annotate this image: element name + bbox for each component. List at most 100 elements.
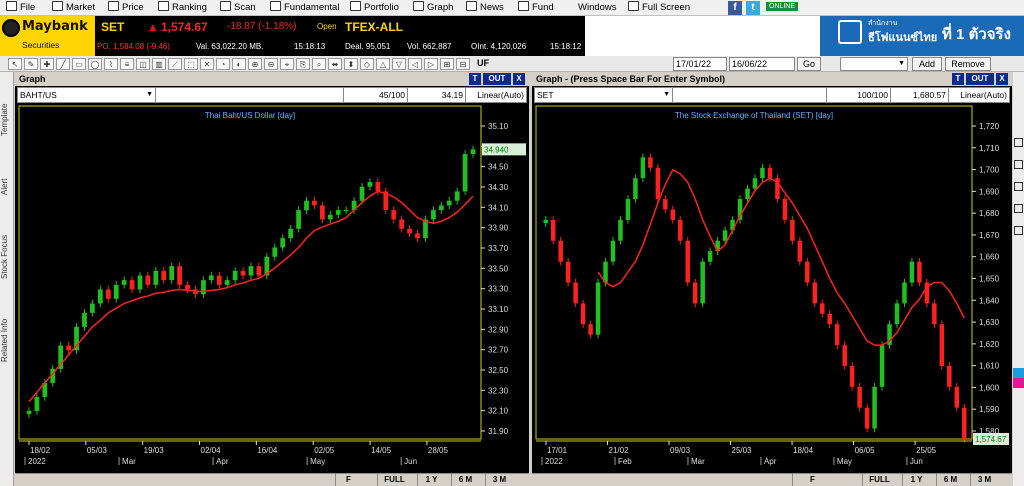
fib-tool-icon[interactable]: ◫ (136, 58, 150, 70)
eye-icon[interactable] (1014, 138, 1023, 147)
range-6m-button[interactable]: 6 M (451, 474, 479, 486)
menu-news[interactable]: News (466, 0, 504, 16)
market-ticker: SET ▲ 1,574.67 -18.87 (-1.18%) Open TFEX… (95, 16, 585, 56)
cursor-icon[interactable] (1014, 160, 1023, 169)
ungrid-tool-icon[interactable]: ⊟ (456, 58, 470, 70)
menu-price[interactable]: Price (108, 0, 144, 16)
arc-tool-icon[interactable]: ◐ (232, 58, 246, 70)
panel-t-button[interactable]: T (469, 73, 481, 85)
range-full-button[interactable]: FULL (377, 474, 411, 486)
rectangle-tool-icon[interactable]: ▭ (72, 58, 86, 70)
range-fit-button[interactable]: F (335, 474, 361, 486)
y-tick-label: 33.50 (488, 264, 509, 273)
left-tool-icon[interactable]: ◁ (408, 58, 422, 70)
right-tool-icon[interactable]: ▷ (424, 58, 438, 70)
scale-mode[interactable]: Linear(Auto) (948, 88, 1009, 102)
hscroll-tool-icon[interactable]: ⬌ (328, 58, 342, 70)
range-1y-button[interactable]: 1 Y (902, 474, 930, 486)
remove-button[interactable]: Remove (945, 57, 991, 71)
candle-body (208, 275, 214, 281)
crosshair-tool-icon[interactable]: ✚ (40, 58, 54, 70)
zoom-in-tool-icon[interactable]: ⊕ (248, 58, 262, 70)
panel-close-button[interactable]: X (513, 73, 525, 85)
color-swatch-pink[interactable] (1013, 378, 1024, 388)
scale-mode[interactable]: Linear(Auto) (465, 88, 526, 102)
x-month-label: 2022 (545, 457, 563, 466)
tab-related-info[interactable]: Related Info (0, 304, 14, 376)
symbol-input[interactable]: SET ▼ (535, 88, 673, 102)
uf-label[interactable]: UF (477, 58, 489, 68)
range-6m-button[interactable]: 6 M (936, 474, 964, 486)
range-fit-button[interactable]: F (792, 474, 832, 486)
candle-body (248, 266, 254, 276)
box-tool-icon[interactable]: ⬚ (184, 58, 198, 70)
target-tool-icon[interactable]: ⌖ (280, 58, 294, 70)
zoom-ratio: 100/100 (826, 88, 890, 102)
menu-full-screen[interactable]: Full Screen (628, 0, 690, 16)
panel-out-button[interactable]: OUT (483, 73, 511, 85)
menu-fund[interactable]: Fund (518, 0, 554, 16)
add-button[interactable]: Add (912, 57, 942, 71)
delete-tool-icon[interactable]: ✕ (200, 58, 214, 70)
grid-tool-icon[interactable]: ⊞ (440, 58, 454, 70)
color-swatch-blue[interactable] (1013, 368, 1024, 378)
range-full-button[interactable]: FULL (862, 474, 896, 486)
cycle-tool-icon[interactable]: ◔ (216, 58, 230, 70)
y-tick-label: 1,670 (979, 231, 1000, 240)
channel-tool-icon[interactable]: ⌇ (104, 58, 118, 70)
trendline-tool-icon[interactable]: ╱ (56, 58, 70, 70)
triangle-down-tool-icon[interactable]: ▽ (392, 58, 406, 70)
tab-alert[interactable]: Alert (0, 167, 14, 207)
symbol-input[interactable]: BAHT/US ▼ (18, 88, 156, 102)
range-3m-button[interactable]: 3 M (485, 474, 513, 486)
file-icon (6, 1, 17, 11)
date-to-input[interactable]: 16/06/22 (729, 57, 795, 71)
ellipse-tool-icon[interactable]: ◯ (88, 58, 102, 70)
ad-banner[interactable]: สำนักงาน ธีโฟแนนซ์ไทย ที่ 1 ตัวจริง (820, 16, 1024, 56)
menu-scan[interactable]: Scan (220, 0, 256, 16)
panel-t-button[interactable]: T (952, 73, 964, 85)
pointer-tool-icon[interactable]: ↖ (8, 58, 22, 70)
menu-graph[interactable]: Graph (413, 0, 453, 16)
panel-out-button[interactable]: OUT (966, 73, 994, 85)
fib-tool-icon[interactable] (1014, 226, 1023, 235)
template-select[interactable]: ▼ (840, 57, 908, 71)
menu-portfolio[interactable]: Portfolio (350, 0, 399, 16)
candle-body (820, 303, 825, 314)
panel-close-button[interactable]: X (996, 73, 1008, 85)
pencil-tool-icon[interactable]: ✎ (24, 58, 38, 70)
baht-chart[interactable]: Thai Baht/US Dollar [day]35.1034.7034.50… (15, 104, 529, 473)
market-icon (52, 1, 63, 11)
tfex-label[interactable]: TFEX-ALL (345, 20, 403, 34)
menu-file[interactable]: File (6, 0, 35, 16)
range-3m-button[interactable]: 3 M (970, 474, 998, 486)
range-1y-button[interactable]: 1 Y (417, 474, 445, 486)
tab-stock-focus[interactable]: Stock Focus (0, 222, 14, 292)
menu-market[interactable]: Market (52, 0, 95, 16)
zoom-out-tool-icon[interactable]: ⊖ (264, 58, 278, 70)
diamond-tool-icon[interactable]: ◇ (360, 58, 374, 70)
set-chart[interactable]: The Stock Exchange of Thailand (SET) [da… (532, 104, 1012, 473)
menu-windows[interactable]: Windows (578, 0, 617, 16)
candle-body (760, 167, 765, 179)
menu-fundamental[interactable]: Fundamental (270, 0, 339, 16)
find-tool-icon[interactable]: ⌕ (312, 58, 326, 70)
tab-template[interactable]: Template (0, 90, 14, 150)
menu-ranking[interactable]: Ranking (158, 0, 207, 16)
candle-body (678, 219, 683, 241)
copy-tool-icon[interactable]: ⎘ (296, 58, 310, 70)
triangle-up-tool-icon[interactable]: △ (376, 58, 390, 70)
hline-tool-icon[interactable]: ≡ (120, 58, 134, 70)
go-button[interactable]: Go (797, 57, 821, 71)
twitter-icon[interactable]: t (746, 1, 760, 15)
line-tool-icon[interactable] (1014, 204, 1023, 213)
date-from-input[interactable]: 17/01/22 (673, 57, 727, 71)
pencil-icon[interactable] (1014, 182, 1023, 191)
set-label[interactable]: SET (101, 20, 124, 34)
gann-tool-icon[interactable]: ▥ (152, 58, 166, 70)
facebook-icon[interactable]: f (728, 1, 742, 15)
y-tick-label: 35.10 (488, 122, 509, 131)
vscroll-tool-icon[interactable]: ⬍ (344, 58, 358, 70)
ray-tool-icon[interactable]: ⟋ (168, 58, 182, 70)
candle-body (145, 275, 151, 285)
